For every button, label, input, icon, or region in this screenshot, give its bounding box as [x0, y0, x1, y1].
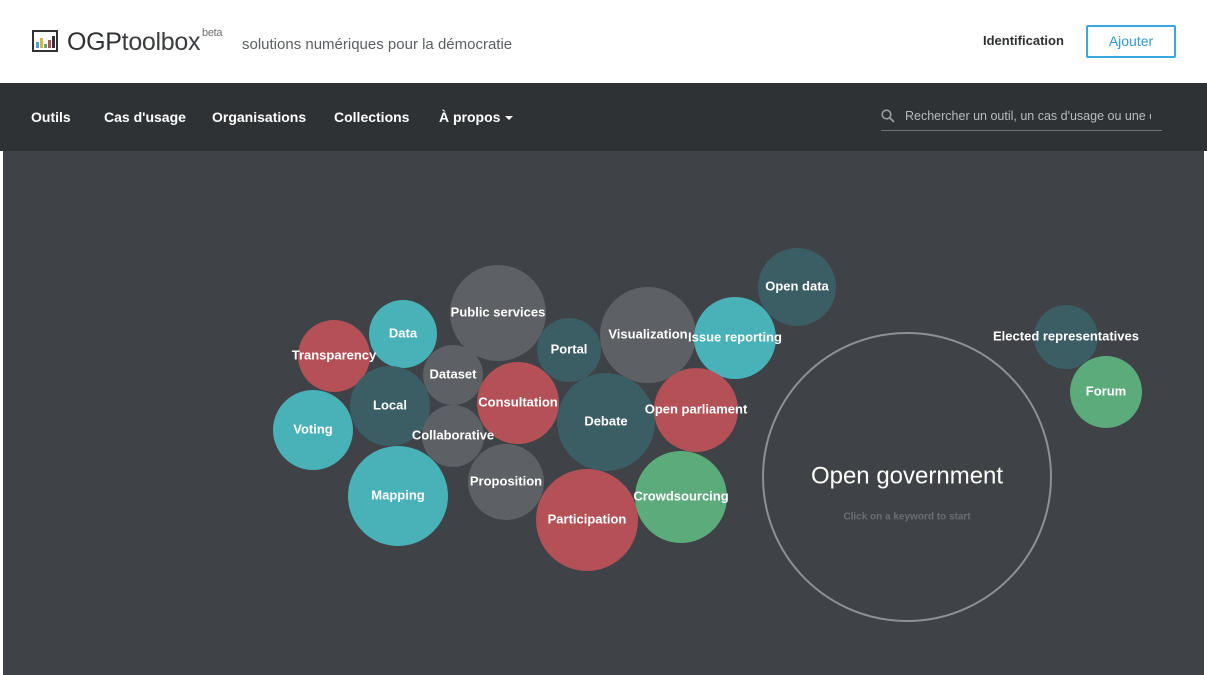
bubble-label: Voting: [293, 421, 333, 436]
keyword-bubble-portal[interactable]: Portal: [537, 318, 601, 382]
bubble-label: Mapping: [371, 487, 424, 502]
focus-title: Open government: [811, 462, 1003, 489]
bubble-label: Crowdsourcing: [633, 488, 728, 503]
bubble-label: Proposition: [470, 473, 542, 488]
keyword-bubble-mapping[interactable]: Mapping: [348, 446, 448, 546]
keyword-bubble-public-services[interactable]: Public services: [450, 265, 546, 361]
focus-hint: Click on a keyword to start: [843, 512, 971, 523]
bubble-label: Elected representatives: [993, 328, 1139, 343]
bubble-label: Consultation: [478, 394, 557, 409]
bubble-label: Local: [373, 397, 407, 412]
bubble-label: Dataset: [430, 366, 478, 381]
bubble-label: Collaborative: [412, 427, 494, 442]
keyword-bubble-crowdsourcing[interactable]: Crowdsourcing: [633, 451, 729, 543]
keyword-bubble-proposition[interactable]: Proposition: [468, 444, 544, 520]
keyword-bubbles: Open data Public services Data Transparency…: [273, 248, 1142, 571]
bubble-label: Open data: [765, 278, 829, 293]
keyword-bubble-visualization[interactable]: Visualization: [600, 287, 696, 383]
keyword-bubble-chart: Open government Click on a keyword to st…: [273, 248, 1142, 622]
bubble-label: Debate: [584, 413, 627, 428]
bubble-label: Open parliament: [645, 401, 748, 416]
bubble-label: Visualization: [608, 326, 687, 341]
keyword-bubble-open-data[interactable]: Open data: [758, 248, 836, 326]
bubble-label: Transparency: [292, 347, 377, 362]
bubble-label: Data: [389, 325, 418, 340]
keyword-bubble-participation[interactable]: Participation: [536, 469, 638, 571]
keyword-bubble-voting[interactable]: Voting: [273, 390, 353, 470]
keyword-bubble-dataset[interactable]: Dataset: [423, 345, 483, 405]
keyword-bubble-data[interactable]: Data: [369, 300, 437, 368]
bubble-label: Forum: [1086, 383, 1126, 398]
bubble-label: Issue reporting: [688, 329, 782, 344]
bubble-label: Public services: [451, 304, 546, 319]
keyword-bubble-area: Open government Click on a keyword to st…: [3, 151, 1204, 675]
keyword-bubble-forum[interactable]: Forum: [1070, 356, 1142, 428]
keyword-bubble-debate[interactable]: Debate: [557, 373, 655, 471]
bubble-label: Portal: [551, 341, 588, 356]
bubble-label: Participation: [548, 511, 627, 526]
focus-circle[interactable]: Open government Click on a keyword to st…: [762, 332, 1052, 622]
